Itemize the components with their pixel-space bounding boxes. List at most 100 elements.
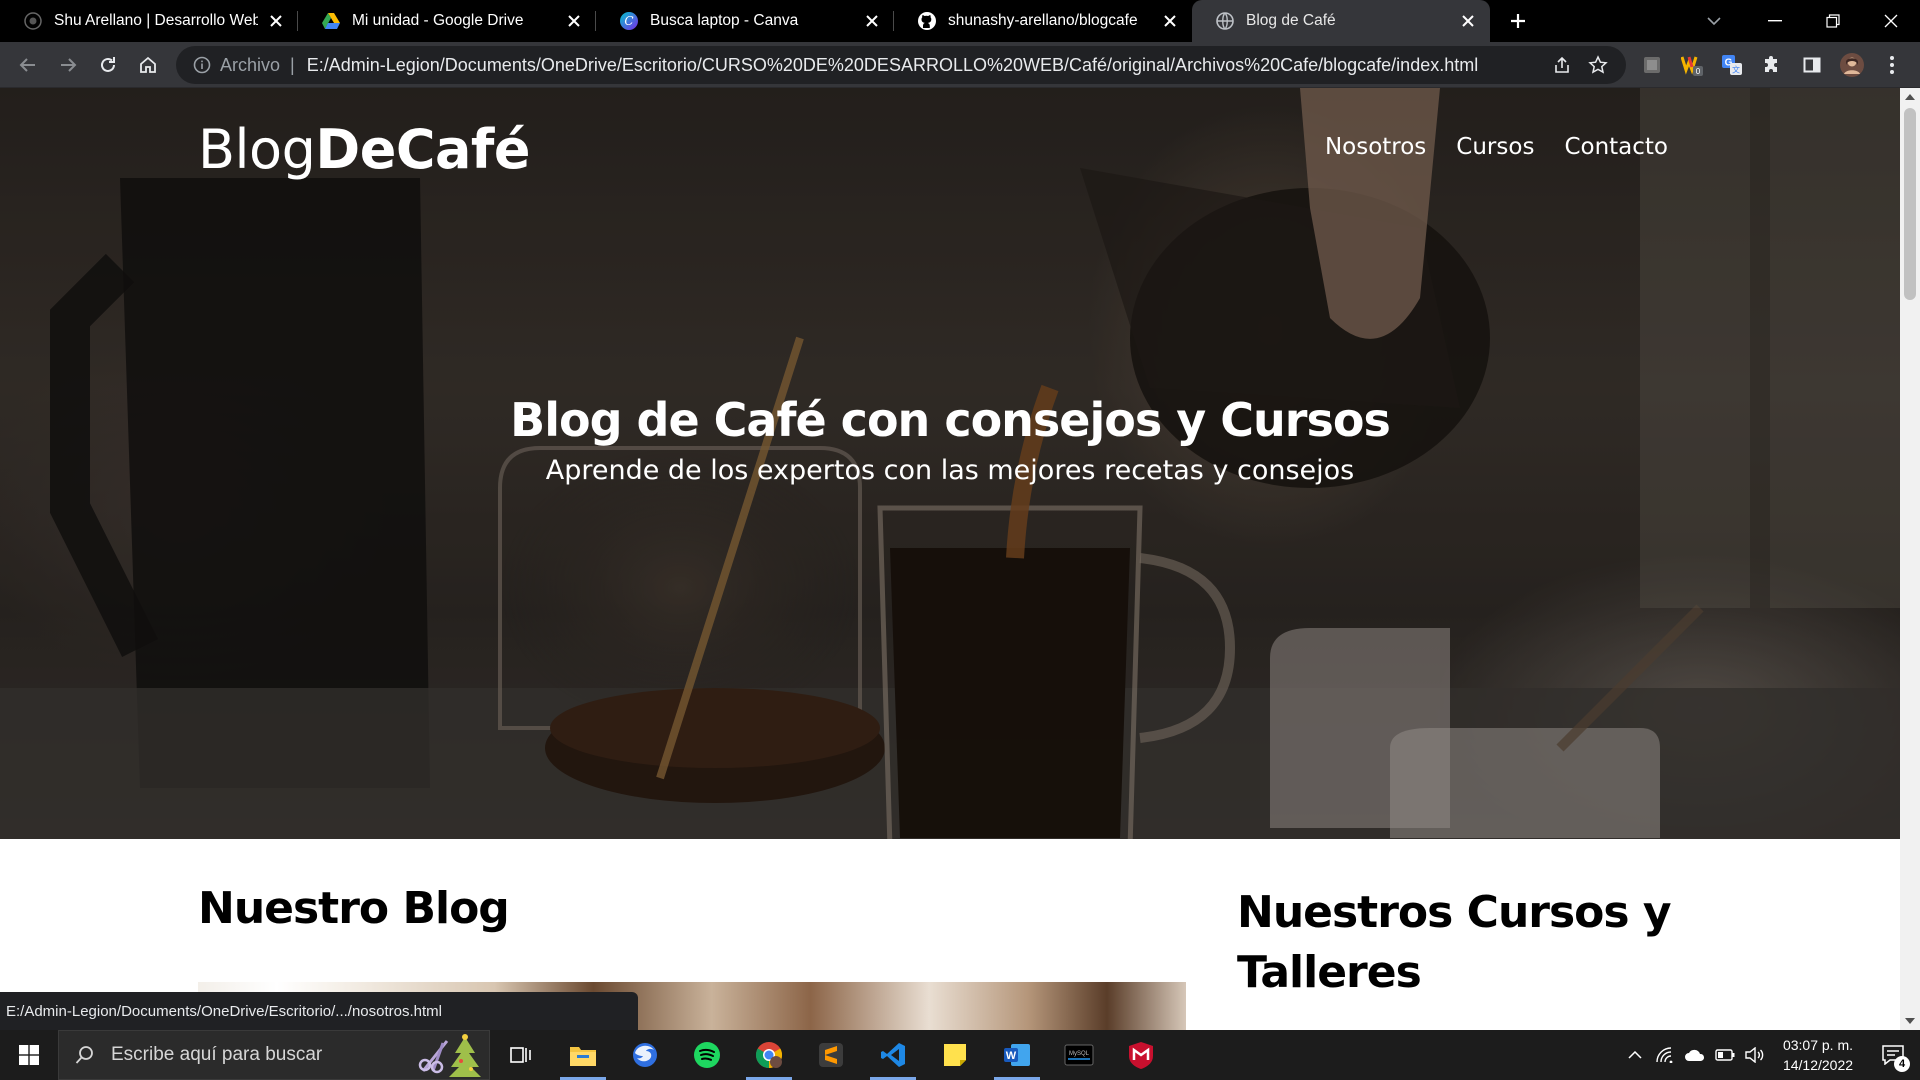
vscode-icon xyxy=(881,1043,905,1067)
hero-subtitle: Aprende de los expertos con las mejores … xyxy=(545,455,1355,486)
taskbar-sticky-notes[interactable] xyxy=(924,1030,986,1080)
star-icon xyxy=(1588,55,1608,74)
nav-link-contacto[interactable]: Contacto xyxy=(1564,134,1668,160)
browser-toolbar: Archivo | E:/Admin-Legion/Documents/OneD… xyxy=(0,42,1920,88)
task-view-icon xyxy=(510,1047,531,1063)
nav-link-nosotros[interactable]: Nosotros xyxy=(1325,134,1426,160)
svg-text:0: 0 xyxy=(1696,67,1701,76)
side-panel-button[interactable] xyxy=(1792,45,1832,85)
window-controls xyxy=(1746,0,1920,42)
clock[interactable]: 03:07 p. m. 14/12/2022 xyxy=(1770,1035,1866,1075)
tab-github[interactable]: shunashy-arellano/blogcafe xyxy=(894,0,1192,42)
system-tray: 03:07 p. m. 14/12/2022 4 xyxy=(1620,1030,1920,1080)
taskbar-file-explorer[interactable] xyxy=(552,1030,614,1080)
search-highlight-icon xyxy=(418,1034,481,1077)
canva-icon: C xyxy=(620,12,638,30)
site-logo[interactable]: BlogDeCafé xyxy=(198,118,531,181)
main-nav: Nosotros Cursos Contacto xyxy=(1325,134,1668,160)
arrow-left-icon xyxy=(19,57,35,72)
tab-blog-de-cafe[interactable]: Blog de Café xyxy=(1192,0,1490,42)
svg-text:MySQL: MySQL xyxy=(1069,1051,1090,1057)
taskbar-word[interactable]: W xyxy=(986,1030,1048,1080)
scroll-up-icon[interactable] xyxy=(1900,88,1920,106)
info-icon[interactable] xyxy=(190,53,214,77)
extensions-button[interactable] xyxy=(1752,45,1792,85)
taskbar-firefox[interactable] xyxy=(614,1030,676,1080)
sticky-notes-icon xyxy=(944,1044,966,1066)
bookmark-button[interactable] xyxy=(1580,47,1616,83)
close-icon[interactable] xyxy=(266,11,286,31)
side-panel-icon xyxy=(1803,57,1821,73)
notification-center-button[interactable]: 4 xyxy=(1866,1030,1920,1080)
close-icon[interactable] xyxy=(1458,11,1478,31)
tab-google-drive[interactable]: Mi unidad - Google Drive xyxy=(298,0,596,42)
restore-button[interactable] xyxy=(1804,0,1862,42)
tab-search-button[interactable] xyxy=(1694,0,1734,42)
translate-button[interactable]: G文 xyxy=(1712,45,1752,85)
tab-title: shunashy-arellano/blogcafe xyxy=(948,12,1138,29)
taskbar-search[interactable]: Escribe aquí para buscar xyxy=(58,1030,490,1080)
extension-w-button[interactable]: 0 xyxy=(1672,45,1712,85)
volume-button[interactable] xyxy=(1740,1030,1770,1080)
speaker-icon xyxy=(1745,1047,1764,1063)
tab-title: Blog de Café xyxy=(1246,12,1336,29)
show-hidden-icons-button[interactable] xyxy=(1620,1030,1650,1080)
tab-canva[interactable]: C Busca laptop - Canva xyxy=(596,0,894,42)
taskbar-spotify[interactable] xyxy=(676,1030,738,1080)
menu-button[interactable] xyxy=(1872,45,1912,85)
windows-taskbar: Escribe aquí para buscar W MySQL 03:07 p… xyxy=(0,1030,1920,1080)
scrollbar-thumb[interactable] xyxy=(1904,108,1916,300)
reload-button[interactable] xyxy=(88,45,128,85)
tab-shu-arellano[interactable]: Shu Arellano | Desarrollo Web Fr xyxy=(0,0,298,42)
hero-title: Blog de Café con consejos y Cursos xyxy=(510,393,1391,447)
extension-gray-button[interactable] xyxy=(1632,45,1672,85)
page-scrollbar[interactable] xyxy=(1900,88,1920,1030)
taskbar-search-placeholder: Escribe aquí para buscar xyxy=(111,1044,323,1065)
taskbar-chrome[interactable] xyxy=(738,1030,800,1080)
nav-link-cursos[interactable]: Cursos xyxy=(1456,134,1534,160)
file-explorer-icon xyxy=(570,1047,596,1066)
battery-button[interactable] xyxy=(1710,1030,1740,1080)
close-icon[interactable] xyxy=(862,11,882,31)
taskbar-sublime-text[interactable] xyxy=(800,1030,862,1080)
back-button[interactable] xyxy=(8,45,48,85)
tab-title: Shu Arellano | Desarrollo Web Fr xyxy=(54,12,258,29)
profile-button[interactable] xyxy=(1832,45,1872,85)
mysql-icon: MySQL xyxy=(1064,1044,1094,1066)
new-tab-button[interactable] xyxy=(1498,0,1538,42)
plus-icon xyxy=(1511,14,1525,28)
close-icon[interactable] xyxy=(1160,11,1180,31)
share-icon xyxy=(1555,56,1569,73)
taskbar-mysql[interactable]: MySQL xyxy=(1048,1030,1110,1080)
address-bar[interactable]: Archivo | E:/Admin-Legion/Documents/OneD… xyxy=(176,46,1626,84)
taskbar-mcafee[interactable] xyxy=(1110,1030,1172,1080)
kebab-menu-icon xyxy=(1890,56,1894,74)
start-button[interactable] xyxy=(0,1030,58,1080)
network-button[interactable] xyxy=(1650,1030,1680,1080)
scroll-down-icon[interactable] xyxy=(1900,1012,1920,1030)
google-drive-icon xyxy=(322,12,340,30)
tab-title: Mi unidad - Google Drive xyxy=(352,12,524,29)
url-text[interactable]: E:/Admin-Legion/Documents/OneDrive/Escri… xyxy=(307,55,1544,76)
minimize-button[interactable] xyxy=(1746,0,1804,42)
tab-title: Busca laptop - Canva xyxy=(650,12,799,29)
extensions-area: 0 G文 xyxy=(1632,46,1912,84)
blog-heading: Nuestro Blog xyxy=(198,883,510,934)
page-viewport: BlogDeCafé Nosotros Cursos Contacto Blog… xyxy=(0,88,1900,1030)
task-view-button[interactable] xyxy=(490,1030,552,1080)
mcafee-icon xyxy=(1129,1042,1153,1069)
github-icon xyxy=(918,12,936,30)
minimize-icon xyxy=(1768,20,1782,22)
close-window-button[interactable] xyxy=(1862,0,1920,42)
onedrive-button[interactable] xyxy=(1680,1030,1710,1080)
taskbar-vscode[interactable] xyxy=(862,1030,924,1080)
share-button[interactable] xyxy=(1544,47,1580,83)
puzzle-icon xyxy=(1765,56,1777,72)
arrow-right-icon xyxy=(61,57,77,72)
close-icon[interactable] xyxy=(564,11,584,31)
wifi-icon xyxy=(1656,1047,1673,1063)
tab-strip: Shu Arellano | Desarrollo Web Fr Mi unid… xyxy=(0,0,1920,42)
home-button[interactable] xyxy=(128,45,168,85)
forward-button[interactable] xyxy=(48,45,88,85)
cloud-icon xyxy=(1685,1049,1705,1061)
